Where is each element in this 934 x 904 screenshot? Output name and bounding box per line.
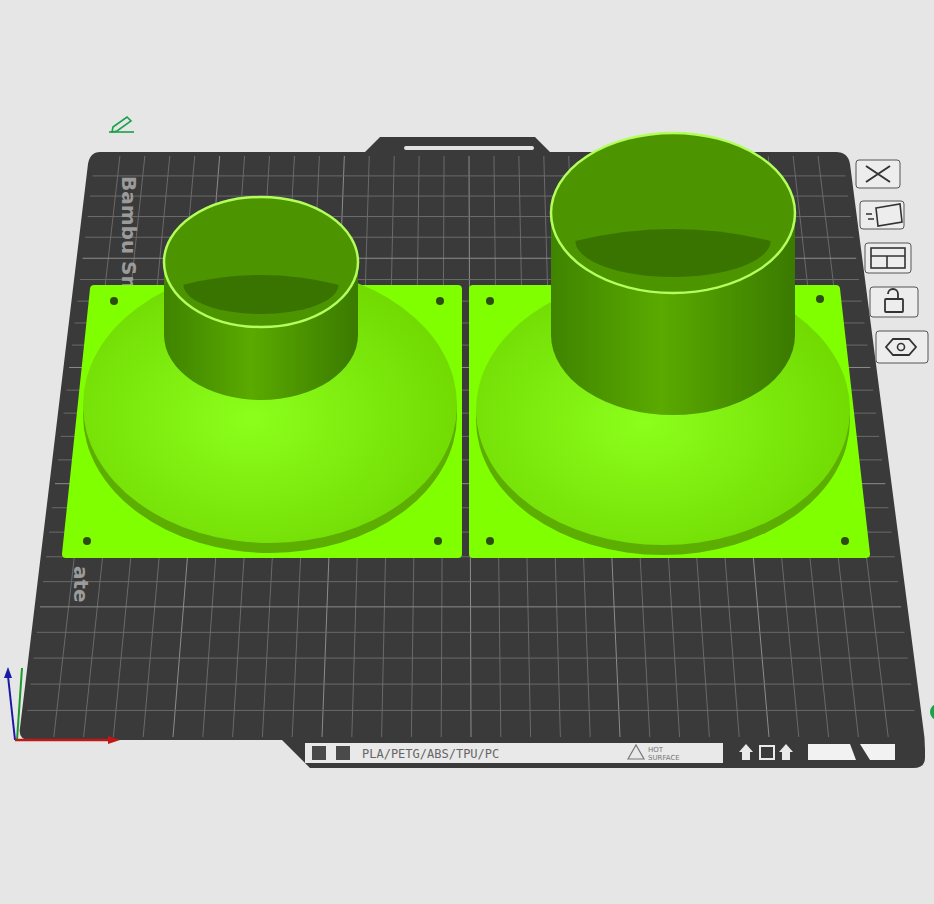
hexagon-icon <box>886 339 916 355</box>
mount-hole <box>110 297 118 305</box>
plate-settings-button[interactable] <box>876 331 928 363</box>
plate-name-tail: ate <box>69 566 93 603</box>
auto-orient-button[interactable] <box>860 201 904 229</box>
delete-button[interactable] <box>856 160 900 188</box>
mount-hole <box>486 297 494 305</box>
arrange-button[interactable] <box>865 243 911 273</box>
mount-hole <box>486 537 494 545</box>
arrange-icon <box>871 248 905 268</box>
mount-hole <box>816 295 824 303</box>
tube-inner <box>551 133 795 293</box>
toolbar <box>856 160 928 363</box>
plate-label: PLA/PETG/ABS/TPU/PC HOTSURFACE <box>305 743 895 763</box>
tube-opening <box>183 275 338 314</box>
tube-body <box>164 262 358 400</box>
viewport-canvas[interactable]: Bambu SmoatePLA/PETG/ABS/TPU/PCHOTSURFAC… <box>0 0 934 904</box>
slicer-viewport[interactable]: Bambu SmoatePLA/PETG/ABS/TPU/PCHOTSURFAC… <box>0 0 934 904</box>
edit-plate-icon[interactable] <box>109 117 134 132</box>
axes-icon <box>4 667 120 744</box>
mount-hole <box>841 537 849 545</box>
plate-type-icon <box>312 746 326 760</box>
mount-hole <box>83 537 91 545</box>
tube-opening <box>575 229 770 277</box>
plate-handle <box>404 146 534 150</box>
axis-gizmo-dot <box>930 704 934 720</box>
warning-line: SURFACE <box>648 754 680 762</box>
cone-surface <box>83 267 457 543</box>
lock-icon <box>885 299 903 312</box>
orientation-icon <box>739 744 793 760</box>
tube-rim <box>164 197 358 327</box>
tube-rim <box>551 133 795 293</box>
model-object[interactable] <box>473 133 866 555</box>
lock-button[interactable] <box>870 287 918 317</box>
model-object[interactable] <box>66 197 458 554</box>
plate-mark <box>860 744 895 760</box>
filament-label: PLA/PETG/ABS/TPU/PC <box>362 747 499 761</box>
mount-hole <box>436 297 444 305</box>
filament-icon <box>336 746 350 760</box>
warning-icon <box>628 745 644 759</box>
delete-icon <box>866 166 890 182</box>
plate-mark <box>808 744 856 760</box>
mount-hole <box>434 537 442 545</box>
tube-body <box>551 213 795 415</box>
auto-orient-icon <box>876 204 902 226</box>
tube-inner <box>164 197 358 327</box>
warning-line: HOT <box>648 746 664 754</box>
